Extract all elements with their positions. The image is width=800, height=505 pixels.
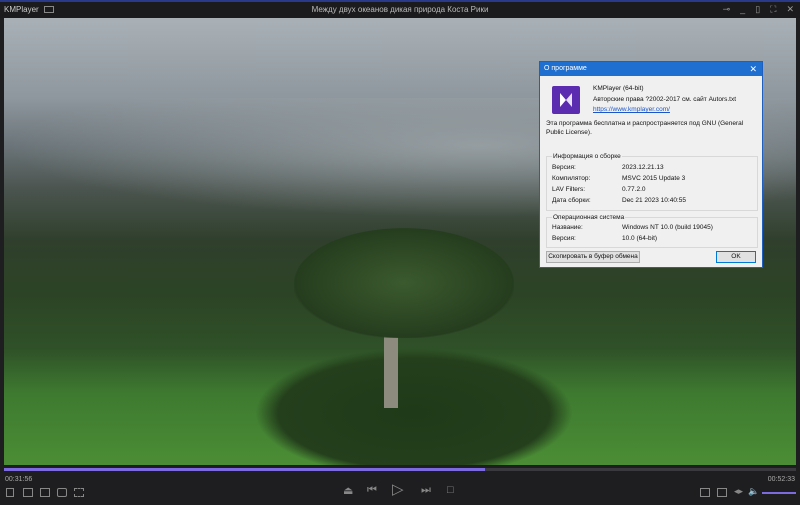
website-link[interactable]: https://www.kmplayer.com/	[593, 105, 736, 116]
license-text: Эта программа бесплатна и распространяет…	[546, 120, 744, 136]
value: Dec 21 2023 10:40:55	[622, 197, 686, 204]
value: 0.77.2.0	[622, 186, 646, 193]
video-tree	[294, 228, 514, 338]
value: 2023.12.21.13	[622, 164, 664, 171]
product-name: KMPlayer (64-bit)	[593, 85, 644, 92]
label: LAV Filters:	[552, 186, 586, 193]
seek-bar[interactable]	[4, 468, 796, 471]
os-info-group: Операционная система Название: Windows NT…	[546, 214, 758, 248]
label: Компилятор:	[552, 175, 591, 182]
fullscreen-button[interactable]: ⛶	[770, 4, 776, 15]
copy-to-clipboard-button[interactable]: Скопировать в буфер обмена	[546, 251, 640, 263]
dialog-close-icon[interactable]: ✕	[749, 64, 757, 75]
dialog-header: О программе ✕	[540, 62, 762, 76]
build-info-group: Информация о сборке Версия: 2023.12.21.13…	[546, 153, 758, 211]
maximize-button[interactable]: ▯	[755, 4, 760, 15]
group-title: Операционная система	[552, 214, 626, 221]
capture-icon[interactable]	[40, 488, 50, 497]
copyright: Авторские права ?2002-2017 см. сайт Auto…	[593, 95, 737, 103]
value: Windows NT 10.0 (build 19045)	[622, 224, 713, 231]
equalizer-icon[interactable]	[700, 488, 710, 497]
close-button[interactable]: ✕	[786, 4, 794, 15]
label: Дата сборки:	[552, 197, 591, 204]
3d-icon[interactable]	[57, 488, 67, 497]
dialog-title: О программе	[544, 65, 587, 72]
volume-slider[interactable]	[762, 492, 796, 494]
open-file-icon[interactable]	[23, 488, 33, 497]
about-dialog: О программе ✕ KMPlayer (64-bit) Авторски…	[539, 61, 763, 268]
pin-icon[interactable]: ⊸	[723, 4, 731, 15]
title-bar: KMPlayer Между двух океанов дикая природ…	[0, 0, 800, 18]
ok-button[interactable]: OK	[716, 251, 756, 263]
minimize-button[interactable]: _	[740, 4, 745, 15]
playlist-icon[interactable]	[6, 488, 14, 497]
elapsed-time: 00:31:56	[5, 476, 33, 483]
previous-icon[interactable]: ⏮	[367, 484, 377, 497]
window-title: Между двух океанов дикая природа Коста Р…	[311, 5, 489, 14]
label: Версия:	[552, 235, 576, 242]
label: Версия:	[552, 164, 576, 171]
screen-ratio-icon[interactable]	[74, 488, 84, 497]
subtitle-icon[interactable]	[717, 488, 727, 497]
stop-icon[interactable]: □	[447, 484, 454, 496]
play-icon[interactable]: ▷	[392, 480, 404, 498]
volume-icon[interactable]: 🔈	[748, 486, 759, 497]
total-time: 00:52:33	[767, 476, 795, 483]
seek-bar-fill	[4, 468, 485, 471]
kmplayer-logo	[552, 86, 580, 114]
video-canopy	[254, 348, 574, 465]
eject-icon[interactable]: ⏏	[343, 484, 353, 497]
audio-icon[interactable]: ◂▸	[734, 486, 743, 497]
label: Название:	[552, 224, 583, 231]
group-title: Информация о сборке	[552, 153, 622, 160]
next-icon[interactable]: ⏭	[421, 484, 431, 497]
value: MSVC 2015 Update 3	[622, 175, 686, 182]
value: 10.0 (64-bit)	[622, 235, 658, 242]
